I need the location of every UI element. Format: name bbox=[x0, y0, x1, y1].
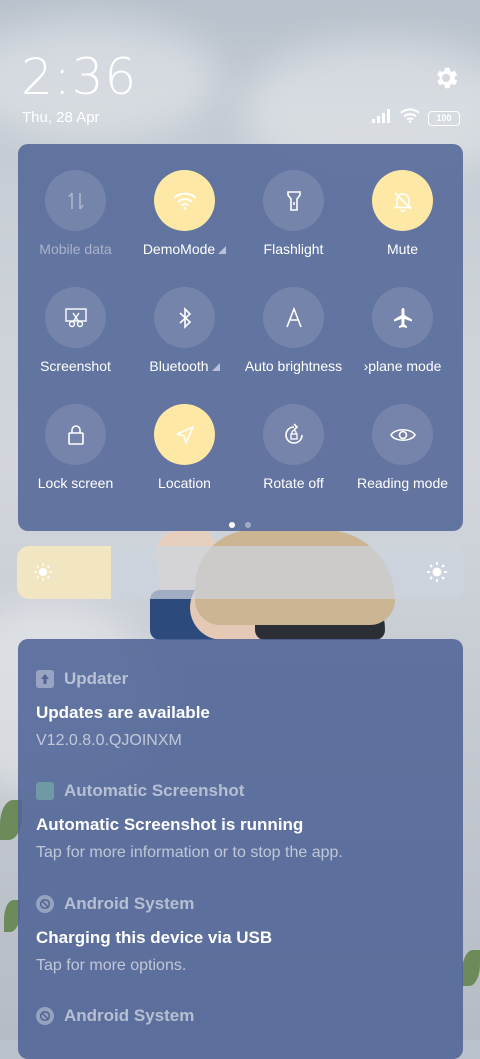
brightness-slider[interactable] bbox=[17, 546, 464, 599]
qs-tile-label: Lock screen bbox=[37, 475, 114, 491]
scissors-icon[interactable] bbox=[45, 287, 106, 348]
qs-tile-label: Reading mode bbox=[356, 475, 449, 491]
qs-tile-flashlight[interactable]: Flashlight bbox=[239, 170, 348, 257]
brightness-high-icon bbox=[426, 561, 448, 588]
auto-brightness-icon[interactable] bbox=[263, 287, 324, 348]
notification-app-name: Automatic Screenshot bbox=[64, 781, 245, 800]
notification-title: Updates are available bbox=[36, 703, 210, 722]
notification-title: Automatic Screenshot is running bbox=[36, 815, 304, 834]
settings-gear-icon[interactable] bbox=[432, 64, 460, 92]
location-icon[interactable] bbox=[154, 404, 215, 465]
lock-icon[interactable] bbox=[45, 404, 106, 465]
notification-text: V12.0.8.0.QJOINXM bbox=[36, 732, 182, 749]
notification-automatic-screenshot[interactable]: Automatic Screenshot Automatic Screensho… bbox=[36, 781, 456, 862]
brightness-low-icon bbox=[33, 562, 53, 587]
brightness-fill bbox=[17, 546, 111, 599]
qs-tile-label: ›plane mode bbox=[363, 358, 442, 374]
airplane-icon[interactable] bbox=[372, 287, 433, 348]
qs-tile-demomode[interactable]: DemoMode bbox=[130, 170, 239, 257]
qs-tile-label: Flashlight bbox=[263, 241, 324, 257]
mobile-data-icon[interactable] bbox=[45, 170, 106, 231]
bell-off-icon[interactable] bbox=[372, 170, 433, 231]
expand-caret-icon bbox=[218, 246, 227, 254]
wifi-icon[interactable] bbox=[154, 170, 215, 231]
qs-tile-location[interactable]: Location bbox=[130, 404, 239, 491]
qs-tile-label: Mobile data bbox=[39, 241, 112, 257]
qs-tile-label: Mute bbox=[386, 241, 419, 257]
android-system-icon bbox=[36, 895, 54, 913]
qs-tile-label: Bluetooth bbox=[130, 358, 239, 374]
qs-tile-rotate-off[interactable]: Rotate off bbox=[239, 404, 348, 491]
quick-settings-panel: Mobile data DemoMode Flashlight Mute Screens… bbox=[18, 144, 463, 531]
qs-tile-label: Auto brightness bbox=[244, 358, 343, 374]
qs-tile-reading-mode[interactable]: Reading mode bbox=[348, 404, 457, 491]
rotate-lock-icon[interactable] bbox=[263, 404, 324, 465]
battery-icon: 100 bbox=[428, 110, 460, 126]
notification-app-name: Android System bbox=[64, 894, 195, 913]
page-indicator bbox=[229, 522, 251, 528]
app-square-icon bbox=[36, 782, 54, 800]
android-system-icon bbox=[36, 1007, 54, 1025]
notification-android-system[interactable]: Android System bbox=[36, 1006, 456, 1026]
wifi-status-icon bbox=[400, 108, 420, 128]
qs-tile-mute[interactable]: Mute bbox=[348, 170, 457, 257]
qs-tile-screenshot[interactable]: Screenshot bbox=[21, 287, 130, 374]
qs-tile-label: Location bbox=[158, 475, 211, 491]
notification-panel: Updater Updates are available V12.0.8.0.… bbox=[18, 639, 463, 1059]
qs-tile-lock-screen[interactable]: Lock screen bbox=[21, 404, 130, 491]
notification-text: Tap for more information or to stop the … bbox=[36, 844, 343, 861]
notification-title: Charging this device via USB bbox=[36, 928, 273, 947]
qs-tile-bluetooth[interactable]: Bluetooth bbox=[130, 287, 239, 374]
status-header: 2:36 Thu, 28 Apr 100 bbox=[0, 0, 480, 140]
date: Thu, 28 Apr bbox=[22, 109, 100, 126]
qs-tile-plane-mode[interactable]: ›plane mode bbox=[348, 287, 457, 374]
page-dot-1[interactable] bbox=[229, 522, 235, 528]
bluetooth-icon[interactable] bbox=[154, 287, 215, 348]
qs-tile-mobile-data[interactable]: Mobile data bbox=[21, 170, 130, 257]
qs-tile-label: Rotate off bbox=[263, 475, 324, 491]
qs-tile-auto-brightness[interactable]: Auto brightness bbox=[239, 287, 348, 374]
flashlight-icon[interactable] bbox=[263, 170, 324, 231]
system-icons: 100 bbox=[372, 108, 460, 128]
updater-icon bbox=[36, 670, 54, 688]
clock: 2:36 bbox=[21, 48, 138, 106]
notification-android-system-usb[interactable]: Android System Charging this device via … bbox=[36, 894, 456, 975]
expand-caret-icon bbox=[211, 363, 220, 371]
notification-app-name: Updater bbox=[64, 669, 129, 688]
qs-tile-label: DemoMode bbox=[130, 241, 239, 257]
notification-app-name: Android System bbox=[64, 1006, 195, 1025]
qs-tile-label: Screenshot bbox=[40, 358, 111, 374]
signal-icon bbox=[372, 108, 392, 128]
eye-icon[interactable] bbox=[372, 404, 433, 465]
notification-updater[interactable]: Updater Updates are available V12.0.8.0.… bbox=[36, 669, 456, 750]
notification-text: Tap for more options. bbox=[36, 957, 187, 974]
page-dot-2[interactable] bbox=[245, 522, 251, 528]
